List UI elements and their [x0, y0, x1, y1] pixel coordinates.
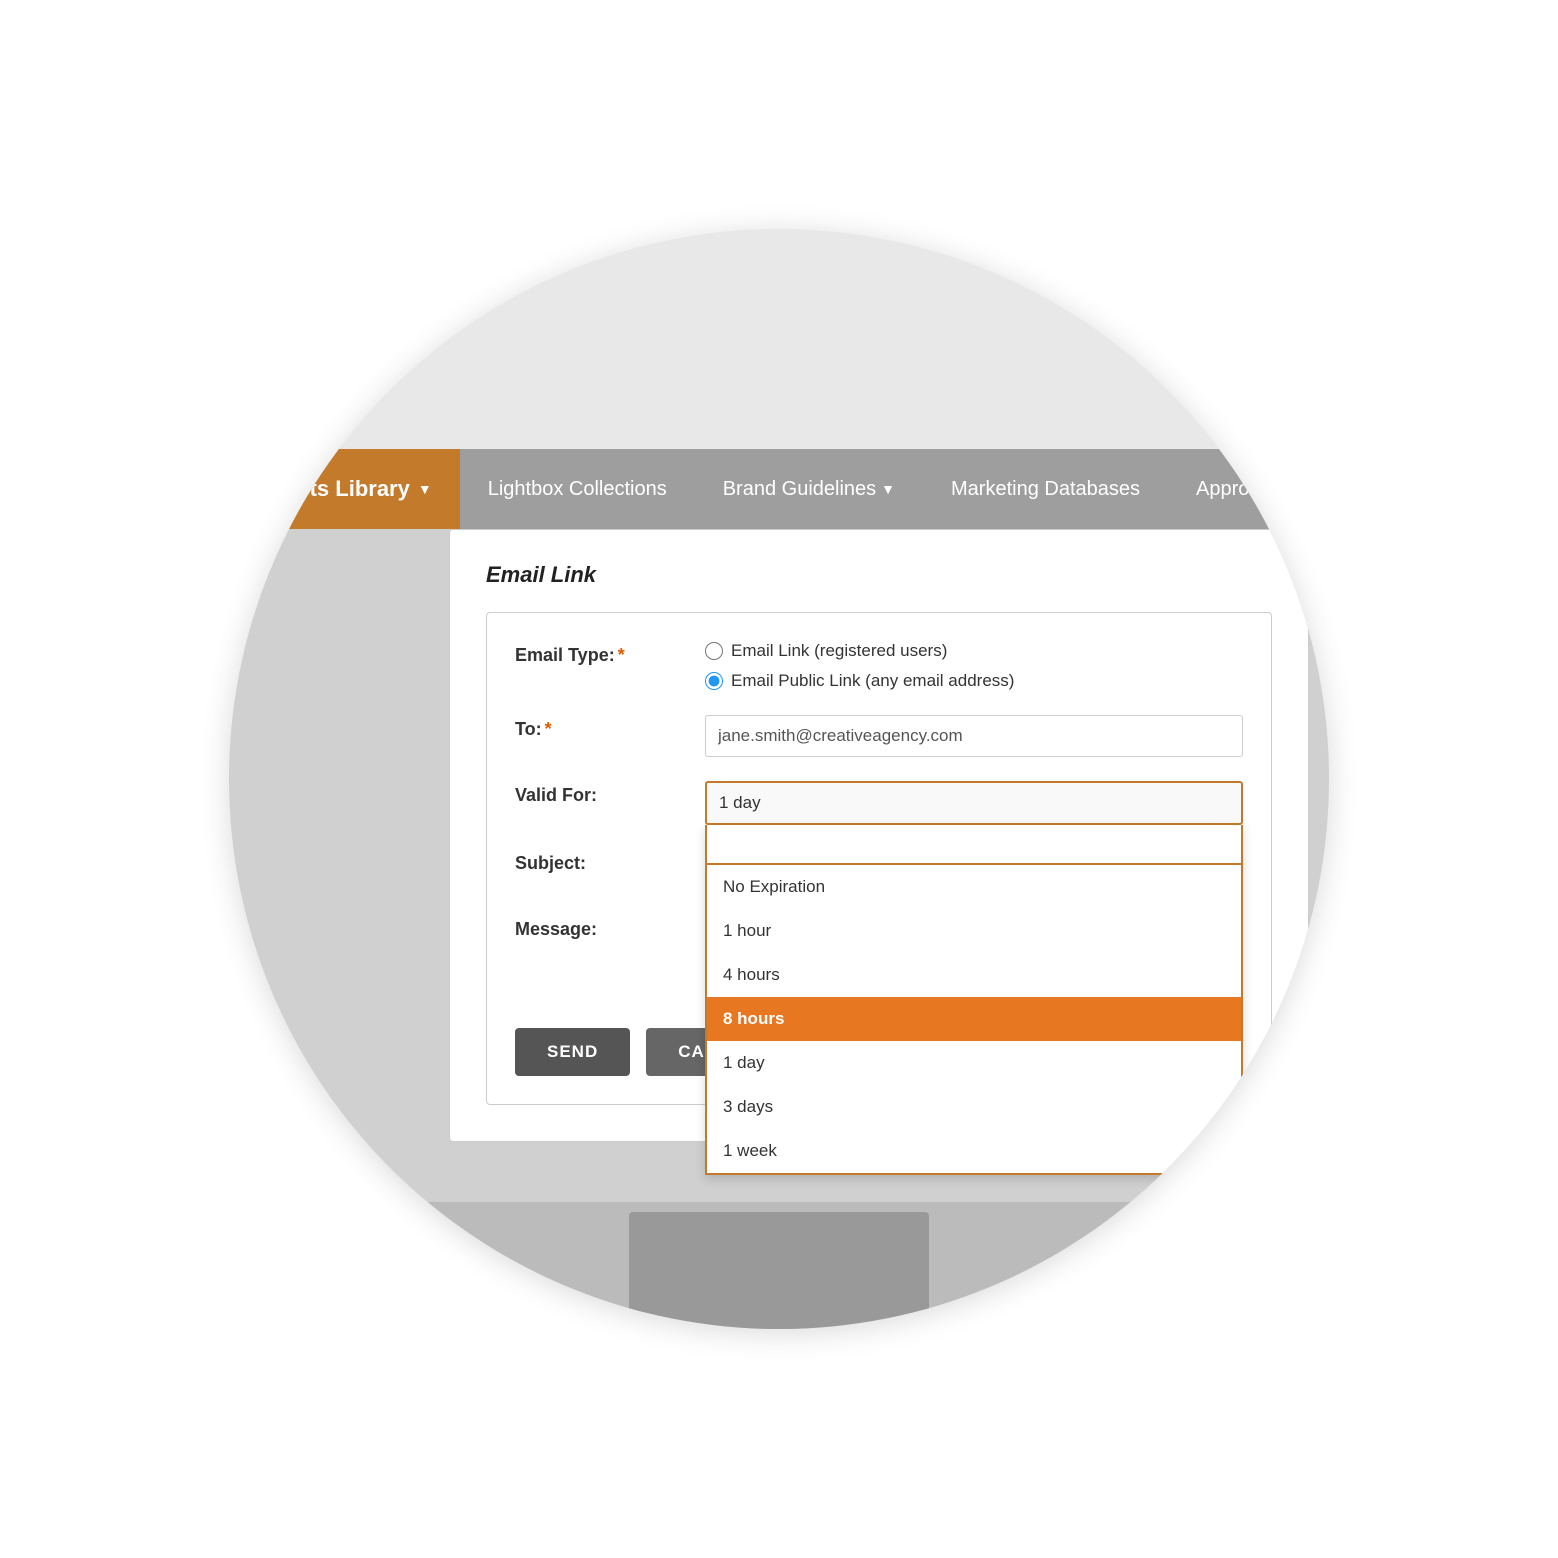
nav-lightbox-label: Lightbox Collections	[488, 478, 667, 501]
nav-brand-label: Brand Guidelines	[723, 478, 876, 501]
email-type-label: Email Type:*	[515, 641, 705, 666]
bottom-image-thumbnail	[629, 1212, 929, 1329]
valid-for-control: 1 day No Expiration 1 hour	[705, 781, 1243, 825]
send-button[interactable]: SEND	[515, 1028, 630, 1076]
dialog-wrapper: Email Link Email Type:* Email Link (regi…	[229, 529, 1329, 1202]
valid-for-current-value: 1 day	[719, 793, 761, 813]
nav-admin[interactable]: Admin	[1313, 449, 1329, 529]
dropdown-item-3days[interactable]: 3 days	[707, 1085, 1241, 1129]
nav-assets-library-label: Assets Library	[257, 476, 410, 502]
nav-approvals-label: Approvals	[1196, 478, 1285, 501]
valid-for-select-wrapper: 1 day No Expiration 1 hour	[705, 781, 1243, 825]
form-inner: Email Type:* Email Link (registered user…	[486, 612, 1272, 1105]
dropdown-item-1hour[interactable]: 1 hour	[707, 909, 1241, 953]
top-area	[229, 229, 1329, 449]
valid-for-row: Valid For: 1 day No Expiration	[515, 781, 1243, 825]
radio-registered-option[interactable]: Email Link (registered users)	[705, 641, 1243, 661]
radio-registered-input[interactable]	[705, 642, 723, 660]
to-row: To:*	[515, 715, 1243, 757]
to-control	[705, 715, 1243, 757]
to-input[interactable]	[705, 715, 1243, 757]
dropdown-item-1week[interactable]: 1 week	[707, 1129, 1241, 1173]
nav-brand[interactable]: Brand Guidelines ▼	[695, 449, 923, 529]
valid-for-dropdown: No Expiration 1 hour 4 hours 8 hours	[705, 825, 1243, 1175]
chevron-down-icon: ▼	[418, 481, 432, 497]
brand-chevron-icon: ▼	[881, 481, 895, 497]
subject-label: Subject:	[515, 849, 705, 874]
valid-for-select-display[interactable]: 1 day	[705, 781, 1243, 825]
nav-lightbox[interactable]: Lightbox Collections	[460, 449, 695, 529]
nav-assets-library[interactable]: Assets Library ▼	[229, 449, 460, 529]
dropdown-item-8hours[interactable]: 8 hours	[707, 997, 1241, 1041]
email-type-control: Email Link (registered users) Email Publ…	[705, 641, 1243, 691]
radio-public-label: Email Public Link (any email address)	[731, 671, 1014, 691]
dropdown-search-input[interactable]	[707, 825, 1241, 865]
message-label: Message:	[515, 915, 705, 940]
radio-registered-label: Email Link (registered users)	[731, 641, 947, 661]
email-link-dialog: Email Link Email Type:* Email Link (regi…	[449, 529, 1309, 1142]
dropdown-item-no-expiration[interactable]: No Expiration	[707, 865, 1241, 909]
nav-marketing-label: Marketing Databases	[951, 478, 1140, 501]
nav-marketing[interactable]: Marketing Databases	[923, 449, 1168, 529]
navbar: Assets Library ▼ Lightbox Collections Br…	[229, 449, 1329, 529]
nav-approvals[interactable]: Approvals	[1168, 449, 1313, 529]
app-container: Assets Library ▼ Lightbox Collections Br…	[229, 229, 1329, 1329]
bottom-image-area	[229, 1202, 1329, 1329]
valid-for-label: Valid For:	[515, 781, 705, 806]
email-type-row: Email Type:* Email Link (registered user…	[515, 641, 1243, 691]
dropdown-item-1day[interactable]: 1 day	[707, 1041, 1241, 1085]
dialog-title: Email Link	[486, 562, 1272, 588]
to-label: To:*	[515, 715, 705, 740]
radio-public-option[interactable]: Email Public Link (any email address)	[705, 671, 1243, 691]
radio-public-input[interactable]	[705, 672, 723, 690]
dropdown-item-4hours[interactable]: 4 hours	[707, 953, 1241, 997]
